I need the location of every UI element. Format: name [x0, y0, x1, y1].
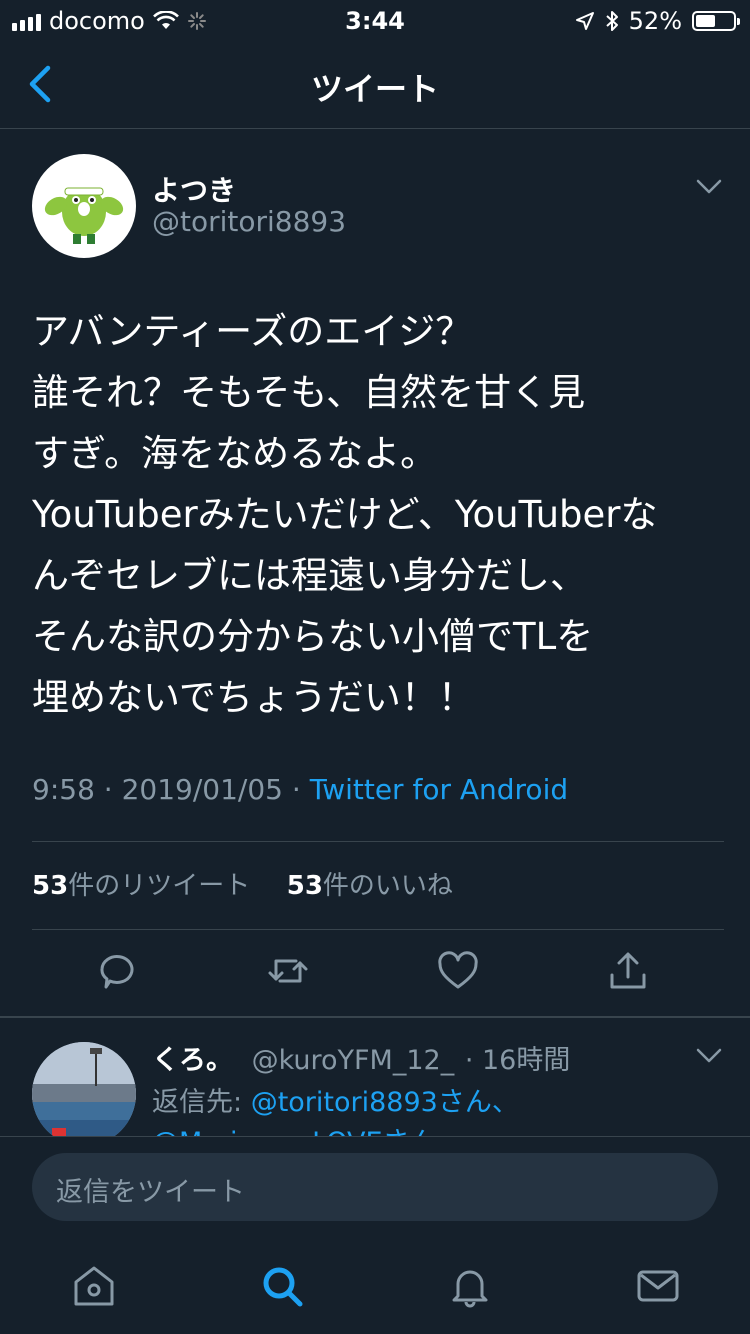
retweet-count: 53: [32, 871, 69, 901]
reply-author-name[interactable]: くろ。: [152, 1045, 233, 1076]
status-right: 52%: [575, 7, 740, 35]
tweet-stats: 53件のリツイート 53件のいいね: [32, 865, 453, 902]
search-icon[interactable]: [258, 1262, 306, 1310]
reply-to-link[interactable]: @toritori8893さん、: [251, 1087, 519, 1118]
like-label: 件のいいね: [322, 871, 453, 901]
reply-header: くろ。 @kuroYFM_12_ · 16時間: [152, 1038, 570, 1077]
status-bar: docomo 3:44 52%: [0, 0, 750, 40]
reply-input[interactable]: 返信をツイート: [32, 1153, 718, 1221]
location-arrow-icon: [575, 12, 594, 30]
retweet-stat[interactable]: 53件のリツイート: [32, 871, 250, 901]
meta-separator: ·: [291, 773, 301, 806]
reply-time: · 16時間: [464, 1045, 571, 1076]
caret-down-icon[interactable]: [696, 179, 722, 195]
retweet-label: 件のリツイート: [68, 871, 251, 901]
caret-down-icon[interactable]: [696, 1048, 722, 1064]
page-title: ツイート: [310, 70, 439, 108]
compose-area: 返信をツイート: [0, 1136, 750, 1239]
tweet-actions: [0, 949, 750, 995]
tweet-source-link[interactable]: Twitter for Android: [310, 773, 568, 806]
avatar[interactable]: [32, 154, 136, 258]
tab-bar: [0, 1238, 750, 1334]
retweet-icon[interactable]: [266, 949, 310, 993]
reply-to-link[interactable]: @Marinos__LOVEさん: [152, 1120, 437, 1136]
stadium-photo-icon: [32, 1042, 136, 1136]
battery-icon: [692, 11, 740, 31]
like-icon[interactable]: [436, 949, 480, 993]
reply-tweet[interactable]: くろ。 @kuroYFM_12_ · 16時間 返信先: @toritori88…: [0, 1018, 750, 1136]
reply-to-label: 返信先:: [152, 1087, 251, 1118]
battery-level: [696, 15, 715, 27]
author-name[interactable]: よつき: [152, 169, 236, 209]
like-stat[interactable]: 53件のいいね: [287, 871, 453, 901]
reply-to: 返信先: @toritori8893さん、: [152, 1080, 519, 1119]
reply-input-placeholder: 返信をツイート: [56, 1177, 245, 1208]
like-count: 53: [286, 871, 323, 901]
avatar[interactable]: [32, 1042, 136, 1136]
tweet-meta: 9:58 · 2019/01/05 · Twitter for Android: [32, 773, 568, 806]
reply-author-handle[interactable]: @kuroYFM_12_: [252, 1045, 455, 1076]
share-icon[interactable]: [606, 949, 650, 993]
reply-icon[interactable]: [96, 949, 140, 993]
meta-separator: ·: [103, 773, 113, 806]
divider: [32, 841, 724, 842]
notifications-icon[interactable]: [446, 1262, 494, 1310]
divider: [32, 929, 724, 930]
tweet-text: アバンティーズのエイジ？ 誰それ？そもそも、自然を甘く見 すぎ。海をなめるなよ。…: [32, 310, 658, 719]
battery-percent: 52%: [628, 7, 682, 35]
mascot-avatar-icon: [44, 187, 124, 244]
nav-header: ツイート: [0, 40, 750, 129]
messages-icon[interactable]: [634, 1262, 682, 1310]
bluetooth-icon: [605, 11, 618, 31]
tweet-time: 9:58: [32, 773, 95, 806]
tweet-date: 2019/01/05: [121, 773, 283, 806]
home-icon[interactable]: [70, 1262, 118, 1310]
author-handle[interactable]: @toritori8893: [152, 205, 346, 238]
